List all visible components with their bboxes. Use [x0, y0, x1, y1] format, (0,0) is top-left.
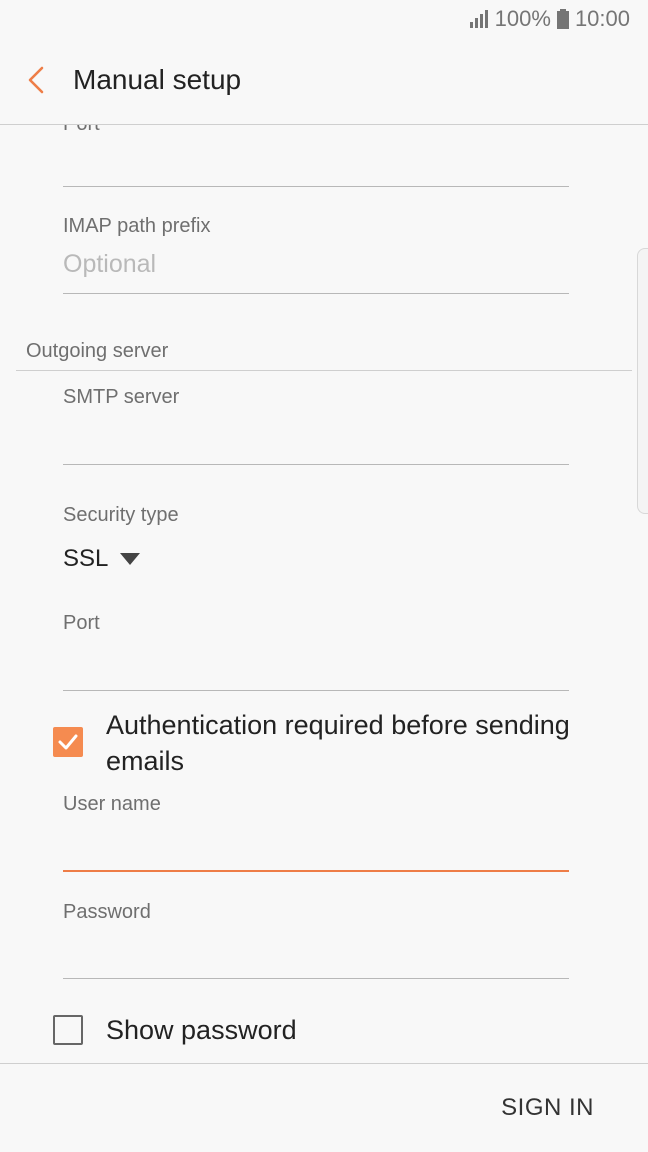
scrollbar-handle[interactable] [637, 248, 648, 514]
security-type-label: Security type [63, 504, 179, 526]
smtp-server-label: SMTP server [63, 386, 180, 408]
show-password-label[interactable]: Show password [106, 1012, 297, 1048]
security-type-value: SSL [63, 545, 109, 572]
battery-icon [556, 9, 569, 29]
footer-bar: SIGN IN [0, 1063, 648, 1152]
chevron-left-icon [27, 66, 45, 99]
show-password-checkbox[interactable] [53, 1015, 83, 1045]
password-input[interactable] [63, 978, 569, 979]
clock: 10:00 [574, 6, 630, 31]
password-label: Password [63, 901, 151, 923]
smtp-server-input[interactable] [63, 464, 569, 465]
user-name-label: User name [63, 793, 161, 815]
security-type-dropdown[interactable]: SSL [63, 545, 141, 573]
auth-required-label-line1: Authentication required before sending [106, 710, 570, 740]
dropdown-caret-icon [120, 553, 141, 565]
battery-percent: 100% [494, 6, 551, 31]
port-top-field[interactable] [63, 186, 569, 187]
auth-required-label-line2: emails [106, 746, 185, 776]
app-header: Manual setup [0, 40, 648, 125]
form-content[interactable]: Port IMAP path prefix Optional Outgoing … [0, 125, 648, 1063]
port-input[interactable] [63, 690, 569, 691]
page-title: Manual setup [73, 64, 242, 95]
sign-in-button[interactable]: SIGN IN [501, 1094, 594, 1122]
signal-icon [469, 10, 489, 28]
section-divider [16, 370, 632, 371]
auth-required-label[interactable]: Authentication required before sending e… [106, 707, 570, 779]
imap-prefix-underline [63, 293, 569, 294]
port-top-label: Port [63, 125, 100, 136]
status-indicators: 100% 10:00 [469, 6, 630, 32]
checkmark-icon [53, 727, 83, 757]
outgoing-server-heading: Outgoing server [26, 340, 169, 362]
auth-required-checkbox[interactable] [53, 727, 83, 757]
back-button[interactable] [18, 64, 54, 100]
port-label: Port [63, 612, 100, 634]
imap-prefix-label: IMAP path prefix [63, 215, 211, 237]
status-bar: 100% 10:00 [0, 0, 648, 40]
imap-prefix-input[interactable]: Optional [63, 250, 156, 279]
user-name-input[interactable] [63, 870, 569, 872]
